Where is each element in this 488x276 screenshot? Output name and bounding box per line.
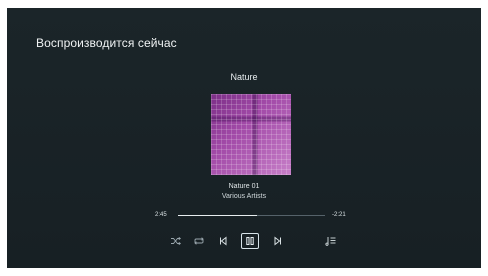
track-artist: Various Artists	[221, 193, 267, 200]
now-playing-screen: Воспроизводится сейчас Nature Nature 01 …	[7, 8, 481, 268]
pause-icon	[245, 236, 255, 246]
repeat-icon	[193, 236, 205, 246]
album-title: Nature	[230, 72, 258, 82]
next-icon	[273, 236, 283, 246]
repeat-button[interactable]	[190, 232, 208, 250]
remaining-time: -2:21	[332, 212, 346, 218]
previous-icon	[218, 236, 228, 246]
page-title: Воспроизводится сейчас	[36, 36, 177, 50]
track-title: Nature 01	[228, 183, 260, 190]
progress-slider[interactable]	[178, 215, 325, 216]
pause-button[interactable]	[241, 233, 259, 249]
shuffle-button[interactable]	[167, 232, 185, 250]
shuffle-icon	[170, 236, 182, 246]
progress-fill	[178, 215, 258, 216]
elapsed-time: 2:45	[155, 212, 167, 218]
next-button[interactable]	[269, 232, 287, 250]
album-cover[interactable]	[211, 94, 291, 175]
playback-controls	[7, 232, 481, 250]
queue-button[interactable]	[322, 232, 340, 250]
queue-icon	[325, 235, 337, 247]
previous-button[interactable]	[214, 232, 232, 250]
